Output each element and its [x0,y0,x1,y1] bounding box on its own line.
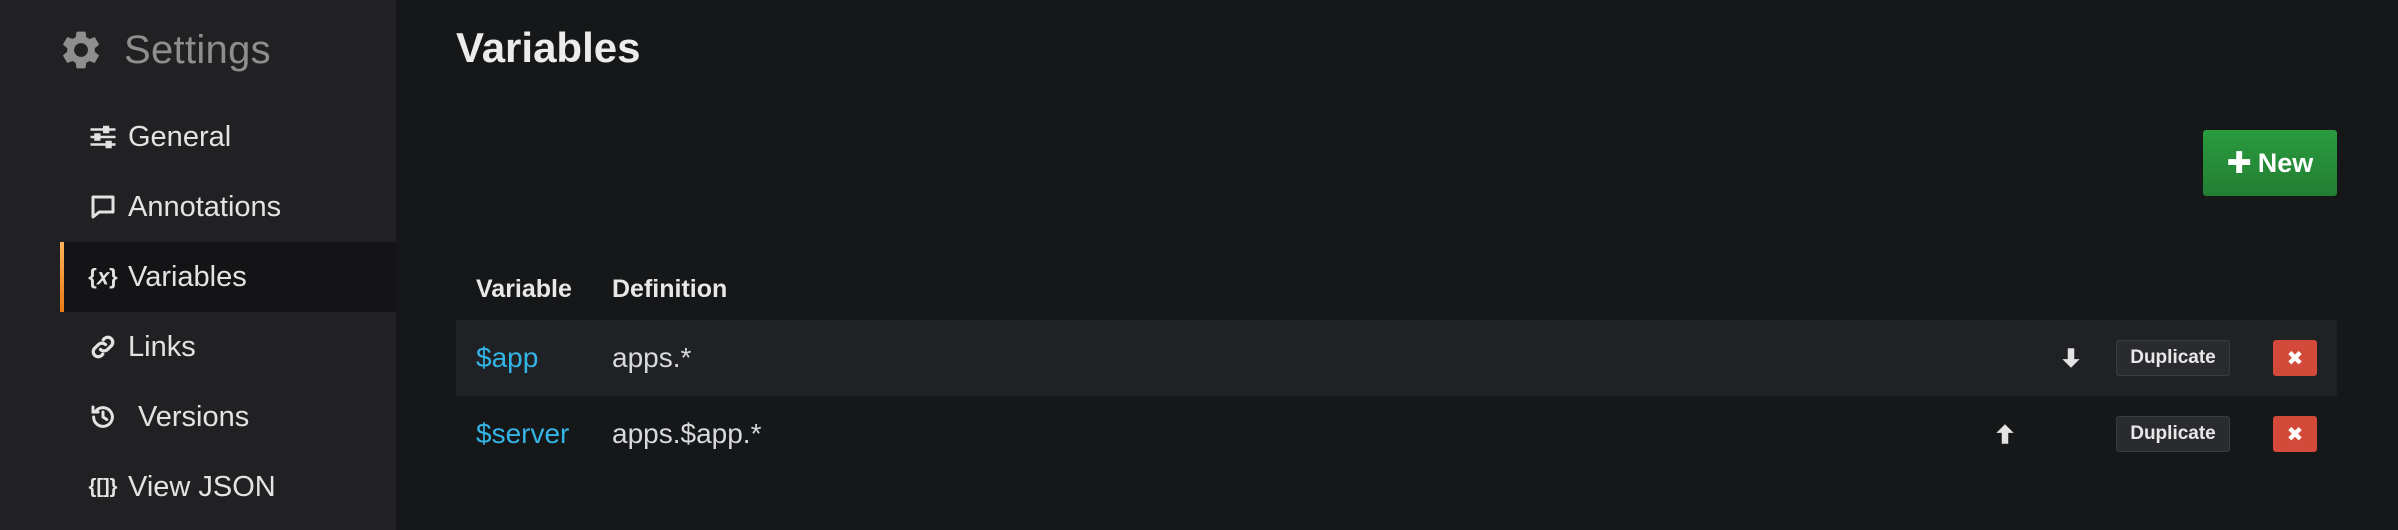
settings-title: Settings [124,27,271,72]
column-header-variable: Variable [476,274,572,303]
table-row: $server apps.$app.* Duplicate ✖ [456,396,2337,472]
sidebar-item-links[interactable]: Links [60,312,396,382]
sidebar-item-label: Annotations [128,190,282,223]
variable-name-link[interactable]: $server [476,418,569,450]
variable-definition: apps.* [612,342,692,373]
sidebar-item-general[interactable]: General [60,102,396,172]
new-variable-button[interactable]: ✚ New [2203,130,2337,196]
move-down-icon[interactable] [2056,343,2086,373]
sidebar-item-label: General [128,120,232,153]
new-button-label: New [2257,147,2314,178]
table-row: $app apps.* Duplicate ✖ [456,320,2337,396]
sliders-icon [86,122,120,152]
variable-definition: apps.$app.* [612,418,762,449]
sidebar-item-label: View JSON [128,470,276,503]
settings-header: Settings [58,20,271,80]
sidebar-item-view-json[interactable]: {[]} View JSON [60,452,396,522]
plus-icon: ✚ [2226,146,2252,180]
table-header: Variable Definition [456,258,2337,320]
settings-sidebar: Settings General Annotations {𝑥} Variabl… [0,0,396,530]
dashboard-settings: Settings General Annotations {𝑥} Variabl… [0,0,2398,530]
duplicate-button[interactable]: Duplicate [2116,340,2230,376]
sidebar-item-variables[interactable]: {𝑥} Variables [60,242,396,312]
comment-icon [86,192,120,222]
variable-icon: {𝑥} [88,264,118,289]
sidebar-item-label: Variables [128,260,247,293]
duplicate-button[interactable]: Duplicate [2116,416,2230,452]
close-icon: ✖ [2286,423,2304,446]
settings-nav: General Annotations {𝑥} Variables Links [60,102,396,522]
close-icon: ✖ [2286,347,2304,370]
variables-panel: Variables ✚ New Variable Definition $app… [456,0,2398,530]
history-icon [86,402,120,432]
delete-button[interactable]: ✖ [2273,416,2317,452]
variables-table: Variable Definition $app apps.* Duplicat… [456,258,2337,472]
column-header-definition: Definition [612,274,728,303]
sidebar-item-label: Links [128,330,196,363]
variable-name-link[interactable]: $app [476,342,538,374]
gear-icon [63,31,99,69]
link-icon [86,332,120,362]
json-icon: {[]} [88,475,118,498]
move-up-icon[interactable] [1990,419,2020,449]
sidebar-item-versions[interactable]: Versions [60,382,396,452]
sidebar-item-label: Versions [138,400,250,433]
page-title: Variables [456,24,641,71]
sidebar-item-annotations[interactable]: Annotations [60,172,396,242]
delete-button[interactable]: ✖ [2273,340,2317,376]
